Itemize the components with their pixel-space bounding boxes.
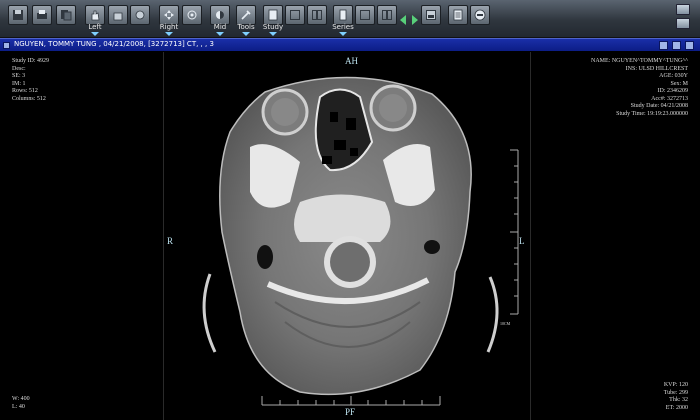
- orientation-right: L: [519, 236, 525, 246]
- series-number-text: SE: 3: [12, 73, 26, 79]
- tools-icon[interactable]: [236, 5, 256, 25]
- study-time-text: Study Time: 19:19:23.000000: [616, 110, 688, 117]
- window-close-button[interactable]: [676, 4, 690, 15]
- series-dropdown-arrow[interactable]: [339, 32, 347, 36]
- image-number-text: IM: 1: [12, 80, 26, 87]
- right-button-label: Right: [159, 23, 179, 31]
- save-icon[interactable]: [8, 5, 28, 25]
- overlay-top-right: NAME: NGUYEN^TOMMY^TUNG^^ INS: ULSD HILL…: [591, 58, 688, 118]
- vertical-scale-ruler: [510, 149, 519, 315]
- hand-grab-icon[interactable]: [108, 5, 128, 25]
- accession-text: Acc#: 3272713: [651, 95, 688, 102]
- window-level-text: L: 40: [12, 403, 25, 410]
- image-viewport[interactable]: Study ID: 4929 Desc: SE: 3 IM: 1 Rows: 5…: [0, 52, 700, 420]
- hand-pan-icon[interactable]: [85, 5, 105, 25]
- window-level-icon[interactable]: [210, 5, 230, 25]
- left-button-label: Left: [88, 23, 102, 31]
- layout-single-icon[interactable]: [285, 5, 305, 25]
- window-width-text: W: 400: [12, 396, 30, 402]
- report-icon[interactable]: [448, 5, 468, 25]
- left-dropdown-arrow[interactable]: [91, 32, 99, 36]
- patient-name-text: NAME: NGUYEN^TOMMY^TUNG^^: [591, 58, 688, 64]
- orientation-left: R: [167, 236, 174, 246]
- kvp-text: KVP: 120: [663, 382, 688, 388]
- age-text: AGE: 030Y: [659, 73, 688, 79]
- sex-text: Sex: M: [670, 80, 688, 87]
- hand-point-icon[interactable]: [130, 5, 150, 25]
- panel-close-icon[interactable]: [685, 41, 694, 50]
- horizontal-scale-ruler: [261, 396, 441, 406]
- study-button-label: Study: [262, 23, 284, 31]
- series-single-icon[interactable]: [355, 5, 375, 25]
- institution-text: INS: ULSD HILLCREST: [625, 65, 688, 72]
- pin-icon[interactable]: [3, 42, 10, 49]
- series-button-label: Series: [332, 23, 354, 31]
- desc-text: Desc:: [12, 65, 26, 72]
- study-id-text: Study ID: 4929: [12, 58, 50, 64]
- overlay-top-left: Study ID: 4929 Desc: SE: 3 IM: 1 Rows: 5…: [12, 58, 49, 103]
- export-icon[interactable]: [56, 5, 76, 25]
- layout-double-icon[interactable]: [307, 5, 327, 25]
- tools-button-label: Tools: [237, 23, 255, 31]
- window-restore-button[interactable]: [676, 18, 690, 29]
- sync-icon[interactable]: [659, 41, 668, 50]
- orientation-bottom: PF: [345, 407, 356, 417]
- print-icon[interactable]: [32, 5, 52, 25]
- main-toolbar: Left Right Mid Tools Study Series: [0, 0, 700, 38]
- overlay-bottom-right: KVP: 120 Tube: 299 Thk: 32 ET: 2000: [664, 382, 688, 412]
- stop-icon[interactable]: [470, 5, 490, 25]
- right-dropdown-arrow[interactable]: [165, 32, 173, 36]
- patient-title: NGUYEN, TOMMY TUNG , 04/21/2008, [327271…: [14, 40, 214, 48]
- thickness-text: Thk: 32: [669, 397, 688, 403]
- dock-icon[interactable]: [672, 41, 681, 50]
- study-icon[interactable]: [263, 5, 283, 25]
- prev-next-icon[interactable]: [400, 12, 418, 30]
- series-double-icon[interactable]: [377, 5, 397, 25]
- key-image-icon[interactable]: [421, 5, 441, 25]
- study-date-text: Study Date: 04/21/2008: [630, 103, 688, 109]
- orientation-top: AH: [345, 56, 358, 66]
- columns-text: Columns: 512: [12, 95, 46, 102]
- series-icon[interactable]: [333, 5, 353, 25]
- patient-title-bar: NGUYEN, TOMMY TUNG , 04/21/2008, [327271…: [0, 38, 700, 51]
- mid-dropdown-arrow[interactable]: [216, 32, 224, 36]
- scale-label: 10CM: [500, 321, 511, 326]
- exposure-time-text: ET: 2000: [665, 404, 688, 411]
- patient-id-text: ID: 2346209: [657, 88, 689, 94]
- rows-text: Rows: 512: [12, 88, 38, 94]
- overlay-bottom-left: W: 400 L: 40: [12, 396, 30, 411]
- study-dropdown-arrow[interactable]: [269, 32, 277, 36]
- target-icon[interactable]: [182, 5, 202, 25]
- tools-dropdown-arrow[interactable]: [242, 32, 250, 36]
- tube-text: Tube: 299: [663, 389, 688, 396]
- move-icon[interactable]: [159, 5, 179, 25]
